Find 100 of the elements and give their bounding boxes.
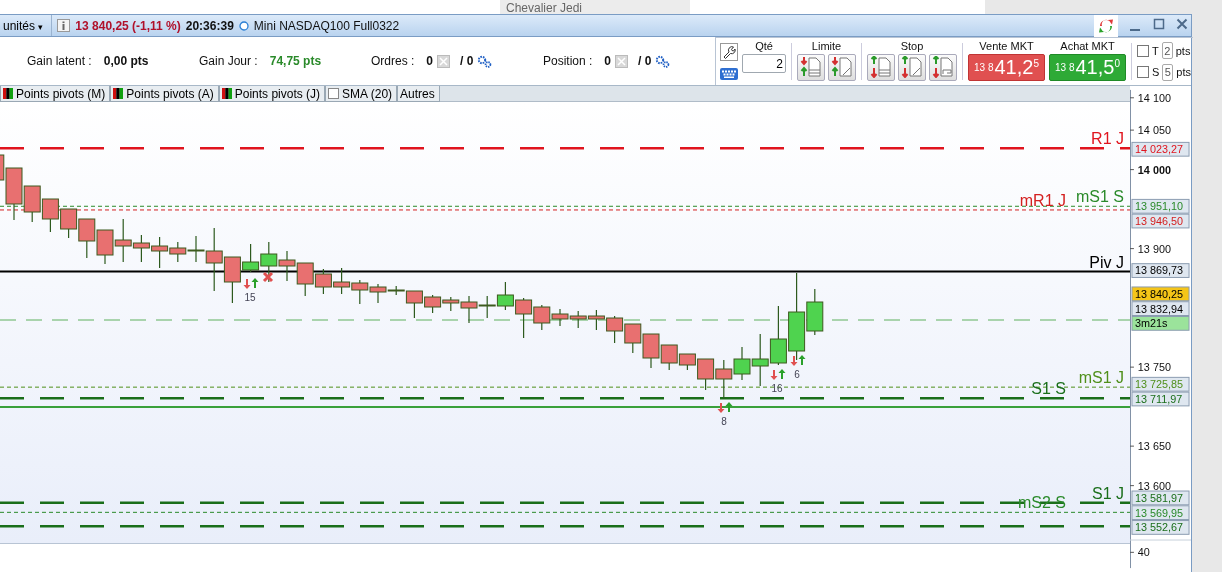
level-label: mR1 J [1019,191,1066,209]
trade-arrows-icon [717,402,733,413]
candle [642,333,660,369]
indicator-tab[interactable]: Points pivots (J) [218,86,326,102]
candle [78,218,96,259]
candle [478,295,496,319]
pivot-icon [221,88,232,99]
units-dropdown[interactable]: unités ▾ [0,15,53,36]
info-icon[interactable] [57,19,71,32]
indicator-tab[interactable]: Autres [397,86,440,102]
price-tag: 13 581,97 [1131,490,1190,506]
summary-label: Position : [543,54,593,68]
gears-icon[interactable] [655,54,671,68]
checkbox[interactable] [1137,66,1149,79]
stop-order-button[interactable] [867,54,895,81]
points-field[interactable]: 2 [1161,42,1173,60]
refresh-button[interactable] [1094,14,1118,37]
candle [351,279,369,305]
price-tag: 13 832,94 [1131,301,1190,316]
candle [260,241,278,283]
minimize-icon [1130,28,1140,31]
tab-label[interactable]: Chevalier Jedi [500,0,690,14]
signal-count: 15 [244,292,256,303]
level-label: S1 J [1092,484,1124,502]
summary-label: Ordres : [371,54,415,68]
candle [96,229,114,265]
price-change: 13 840,25 (-1,11 %) [75,18,181,33]
level-label: mS1 S [1076,188,1124,206]
wrench-button[interactable] [720,43,738,62]
price-tag: 13 951,10 [1131,198,1190,214]
unit-label: pts [1176,66,1192,79]
option-label: T [1152,44,1159,57]
summary-value: 0,00 pts [103,54,149,68]
order-arrows-icon [870,56,892,78]
option-label: S [1152,66,1160,79]
indicator-tab[interactable]: Points pivots (A) [110,86,219,102]
close-icon [1176,18,1188,30]
summary-value: 74,75 pts [269,54,322,68]
axis-tick-label: 13 600 [1137,479,1171,492]
checkbox[interactable] [328,88,340,99]
limit-order-button[interactable] [797,54,825,81]
quantity-field[interactable]: 2 [742,54,786,73]
candle [23,185,41,223]
level-label: Piv J [1089,253,1124,271]
summary-value: 0 [604,54,612,68]
candle [41,198,59,233]
candle [314,268,332,295]
axis-tick-label: 13 650 [1137,440,1171,453]
candle [60,208,78,239]
pivot-icon [113,88,124,99]
candle [715,359,733,400]
limit-label: Limite [811,40,842,52]
points-field[interactable]: 5 [1162,63,1174,81]
price-tag: 13 840,25 [1131,286,1190,302]
keyboard-icon[interactable] [720,67,738,80]
trade-arrows-icon [770,369,786,380]
price-tag: 13 725,85 [1131,376,1190,392]
pivot-icon [3,88,13,99]
price-tag: 13 711,97 [1131,391,1190,407]
level-label: R1 J [1091,130,1124,148]
order-arrows-icon [800,56,822,78]
stop-order-button[interactable] [898,54,926,81]
gears-icon[interactable] [477,54,493,68]
axis-tick-label: 13 750 [1137,361,1171,374]
stop-order-button[interactable] [929,54,957,81]
sell-label: Vente MKT [979,40,1034,52]
limit-order-button[interactable] [828,54,856,81]
maximize-icon [1153,18,1165,30]
trade-arrows-icon [243,278,259,289]
axis-tick-label: 13 900 [1137,242,1171,255]
price-tag: 3m21s [1131,316,1190,331]
trade-arrows-icon [790,355,806,366]
candle [278,250,296,282]
candle [496,281,514,311]
candle [587,309,605,331]
level-label: mS1 J [1078,369,1124,387]
price-tag: 13 946,50 [1131,213,1190,229]
checkbox[interactable] [1137,44,1149,57]
axis-tick-label: 40 [1137,546,1150,559]
indicator-tab[interactable]: SMA (20) [325,86,398,102]
candle [551,308,569,327]
indicator-tab[interactable]: Points pivots (M) [0,86,111,102]
price-tag: 14 023,27 [1131,141,1190,157]
price-tag: 13 569,95 [1131,505,1190,521]
order-arrows-icon [901,56,923,78]
summary-label: Gain Jour : [199,54,258,68]
signal-count: 6 [794,369,800,380]
candle [606,315,624,344]
candle [569,310,587,329]
stop-label: Stop [900,40,924,52]
summary-total: / 0 [638,54,652,68]
axis-tick-label: 14 000 [1137,163,1171,176]
price-tag: 13 869,73 [1131,263,1190,278]
instrument-name: Mini NASDAQ100 Full0322 [253,18,400,33]
axis-tick-label: 14 100 [1137,91,1171,104]
unit-label: pts [1175,44,1191,57]
price-tag: 13 552,67 [1131,520,1190,535]
order-arrows-icon [932,56,954,78]
order-arrows-icon [831,56,853,78]
cross-icon [262,271,274,283]
